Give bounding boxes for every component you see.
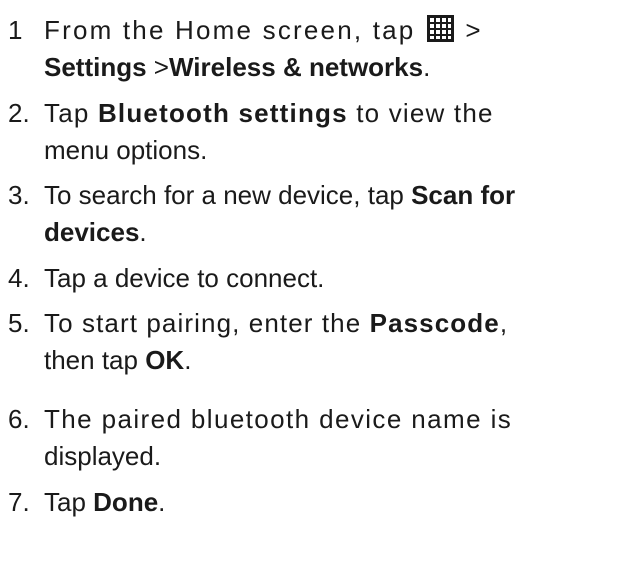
step-line: menu options. — [44, 132, 207, 169]
step-text: , — [499, 308, 509, 338]
step-text: menu options. — [44, 135, 208, 165]
step-text: The paired bluetooth device name is — [44, 404, 513, 434]
step-text: to view the — [347, 98, 494, 128]
step-text: > — [146, 52, 169, 82]
step-text: Tap — [44, 98, 98, 128]
step-line: Tap a device to connect. — [44, 260, 324, 297]
step-text: then tap — [44, 345, 146, 375]
step-text: . — [158, 487, 166, 517]
step-text: > — [465, 15, 483, 45]
step-number: 2. — [8, 98, 30, 128]
step-line: From the Home screen, tap > — [44, 12, 483, 49]
step-line: To start pairing, enter the Passcode, — [44, 305, 508, 342]
step-number: 1 — [8, 15, 25, 45]
scan-for-devices-label: devices — [44, 217, 140, 247]
step-text: . — [184, 345, 192, 375]
step-number: 4. — [8, 263, 30, 293]
step-line: displayed. — [44, 438, 161, 475]
step-text: From the Home screen, tap — [44, 15, 416, 45]
step-number: 3. — [8, 180, 30, 210]
step-text: Tap — [44, 487, 94, 517]
step-text: displayed. — [44, 441, 162, 471]
step-line: devices. — [44, 214, 147, 251]
step-text: To start pairing, enter the — [44, 308, 370, 338]
done-label: Done — [93, 487, 159, 517]
step-line: To search for a new device, tap Scan for — [44, 177, 515, 214]
ok-label: OK — [145, 345, 185, 375]
step-text: . — [139, 217, 147, 247]
step-text: . — [423, 52, 431, 82]
wireless-networks-label: Wireless & networks — [169, 52, 424, 82]
passcode-label: Passcode — [369, 308, 500, 338]
step-line: Tap Done. — [44, 484, 165, 521]
step-line: The paired bluetooth device name is — [44, 401, 512, 438]
apps-grid-icon — [426, 15, 454, 42]
step-text: To search for a new device, tap — [44, 180, 412, 210]
step-line: Settings >Wireless & networks. — [44, 49, 430, 86]
bluetooth-settings-label: Bluetooth settings — [97, 98, 348, 128]
step-number: 6. — [8, 404, 30, 434]
instruction-list: 1 From the Home screen, tap > Settings >… — [0, 0, 633, 572]
settings-label: Settings — [44, 52, 147, 82]
scan-for-devices-label: Scan for — [411, 180, 516, 210]
step-line: then tap OK. — [44, 342, 191, 379]
step-text: Tap a device to connect. — [44, 263, 325, 293]
step-line: Tap Bluetooth settings to view the — [44, 95, 494, 132]
step-number: 7. — [8, 487, 30, 517]
step-number: 5. — [8, 308, 30, 338]
